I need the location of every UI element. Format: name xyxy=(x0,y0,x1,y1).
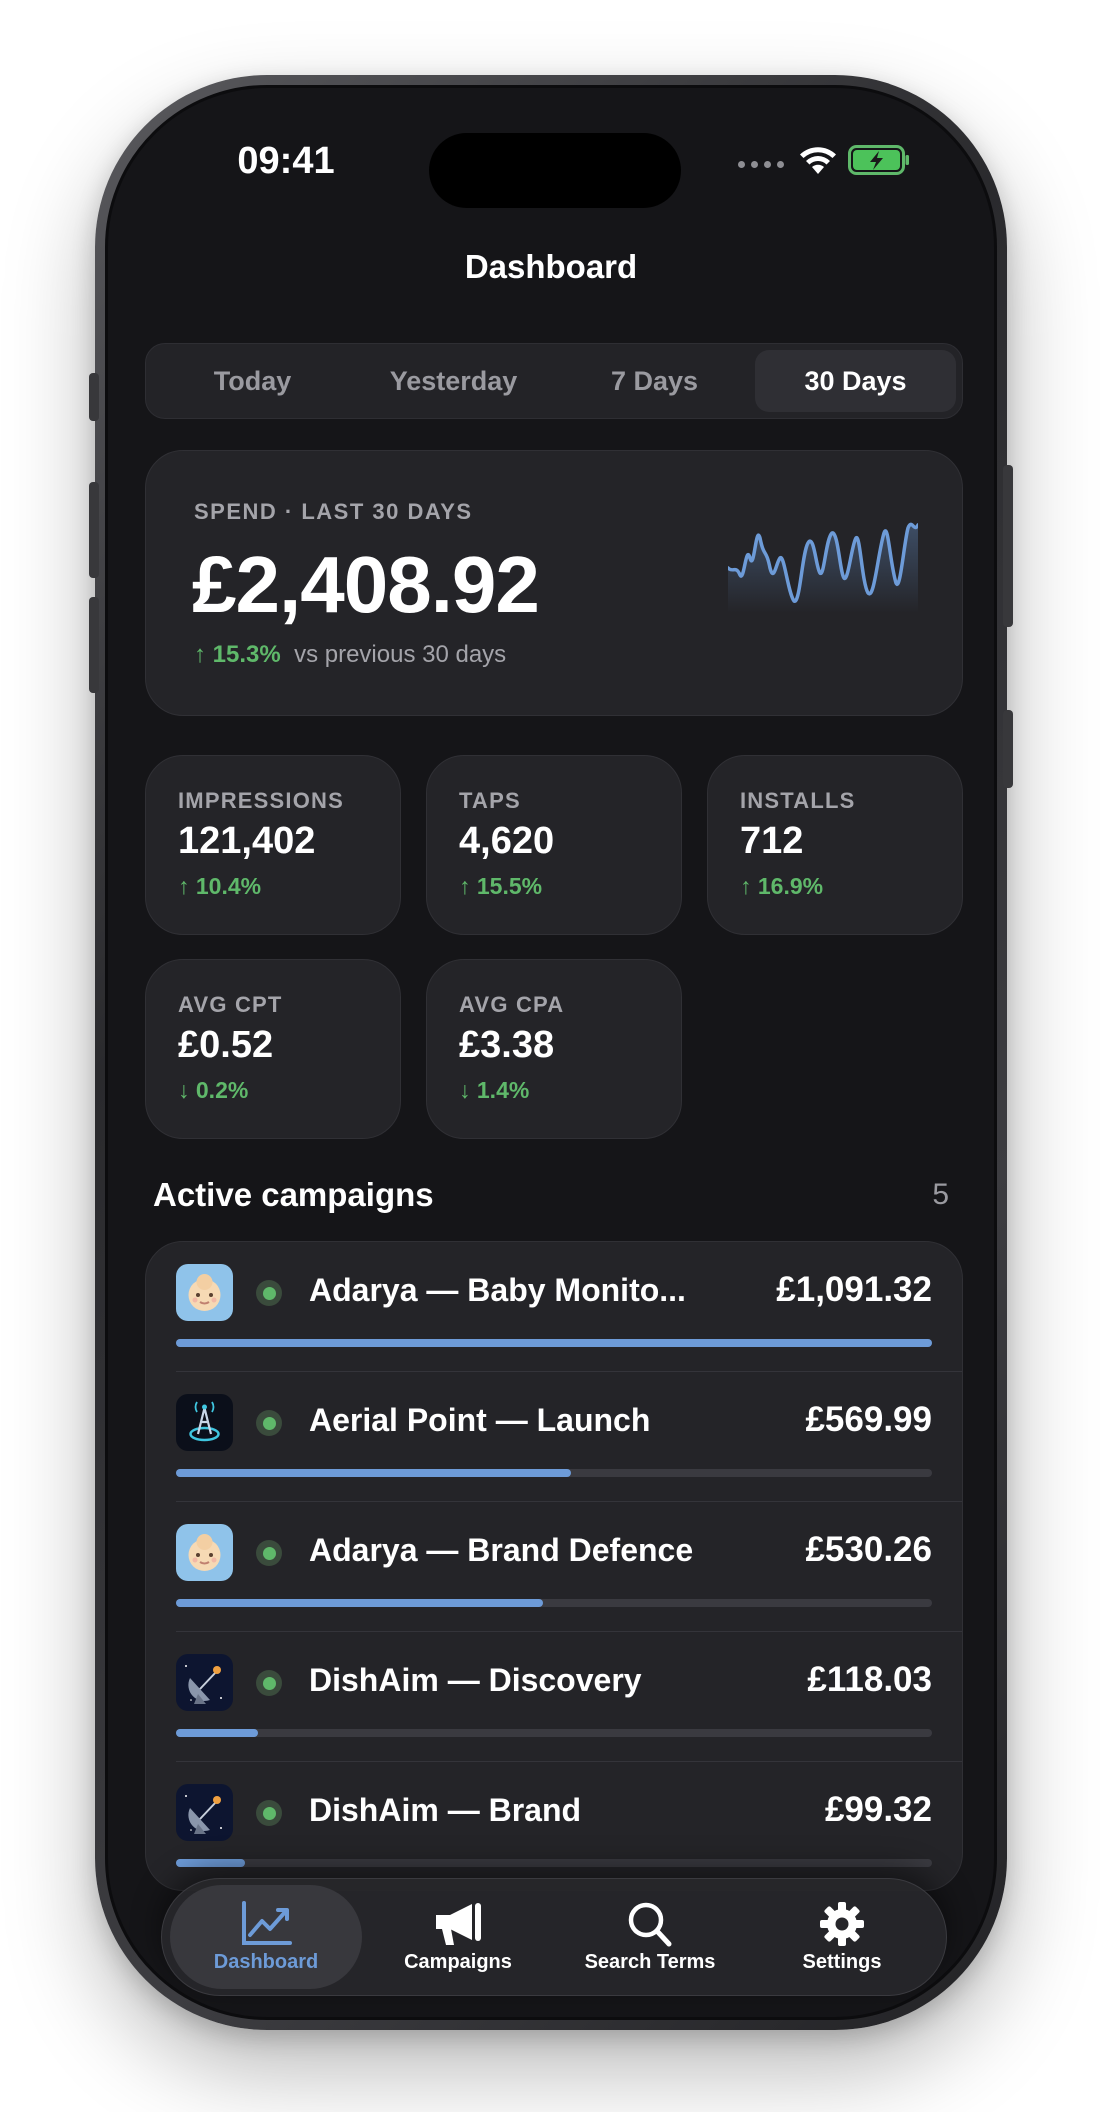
campaign-spend-bar-fill xyxy=(176,1859,245,1867)
spend-delta: ↑ 15.3% xyxy=(194,641,281,668)
volume-down-button[interactable] xyxy=(89,597,99,693)
campaign-spend-bar-fill xyxy=(176,1729,258,1737)
active-status-dot xyxy=(256,1800,282,1826)
segment-30-days[interactable]: 30 Days xyxy=(755,350,956,412)
campaign-amount: £530.26 xyxy=(805,1530,932,1569)
search-icon xyxy=(628,1902,672,1946)
tab-campaigns[interactable]: Campaigns xyxy=(362,1885,554,1989)
campaign-amount: £118.03 xyxy=(807,1660,932,1699)
stat-value: 121,402 xyxy=(178,820,316,862)
campaign-name: Adarya — Baby Monito... xyxy=(309,1272,686,1308)
phone-frame: 09:41 Dashboard Today Yesterday 7 Days 3… xyxy=(89,75,1013,2030)
stat-label: TAPS xyxy=(459,788,521,813)
tab-bar: Dashboard Campaigns Search Terms Setting… xyxy=(161,1878,947,1996)
stat-delta: ↑ 15.5% xyxy=(459,873,543,899)
stat-label: AVG CPT xyxy=(178,992,283,1017)
battery-icon xyxy=(848,145,909,175)
campaign-spend-bar xyxy=(176,1599,932,1607)
stat-delta: ↑ 16.9% xyxy=(740,873,824,899)
tab-label: Search Terms xyxy=(584,1950,716,1973)
spend-card[interactable]: SPEND · LAST 30 DAYS £2,408.92 ↑ 15.3% v… xyxy=(145,450,963,716)
campaign-amount: £1,091.32 xyxy=(776,1270,932,1309)
tab-dashboard[interactable]: Dashboard xyxy=(170,1885,362,1989)
tab-label: Settings xyxy=(802,1950,882,1973)
stage: 09:41 Dashboard Today Yesterday 7 Days 3… xyxy=(0,0,1100,2112)
stat-value: 712 xyxy=(740,820,804,862)
stat-label: IMPRESSIONS xyxy=(178,788,345,813)
tab-label: Campaigns xyxy=(404,1950,512,1973)
campaign-spend-bar-fill xyxy=(176,1469,571,1477)
date-range-segmented-control: Today Yesterday 7 Days 30 Days xyxy=(145,343,963,419)
tab-search-terms[interactable]: Search Terms xyxy=(554,1885,746,1989)
baby-face-icon xyxy=(176,1264,233,1321)
antenna-icon xyxy=(176,1394,233,1451)
tab-label: Dashboard xyxy=(213,1950,319,1973)
active-status-dot xyxy=(256,1410,282,1436)
campaign-name: DishAim — Discovery xyxy=(309,1662,642,1698)
screen: 09:41 Dashboard Today Yesterday 7 Days 3… xyxy=(105,85,997,2020)
cellular-signal-icon xyxy=(738,161,784,168)
camera-control-button[interactable] xyxy=(1003,710,1013,788)
campaign-row[interactable]: Adarya — Baby Monito... £1,091.32 xyxy=(176,1242,962,1372)
active-status-dot xyxy=(256,1670,282,1696)
campaign-row[interactable]: Adarya — Brand Defence £530.26 xyxy=(176,1502,962,1632)
status-time: 09:41 xyxy=(237,140,335,182)
section-title: Active campaigns xyxy=(153,1176,434,1213)
megaphone-icon xyxy=(436,1902,481,1945)
campaign-row[interactable]: DishAim — Brand £99.32 xyxy=(176,1762,962,1890)
campaign-spend-bar-fill xyxy=(176,1599,544,1607)
stat-card-avg-cpa[interactable]: AVG CPA £3.38 ↓ 1.4% xyxy=(426,959,682,1139)
spend-delta-row: ↑ 15.3% vs previous 30 days xyxy=(194,641,506,669)
campaign-name: Adarya — Brand Defence xyxy=(309,1532,694,1568)
gear-icon xyxy=(820,1901,864,1946)
stat-card-taps[interactable]: TAPS 4,620 ↑ 15.5% xyxy=(426,755,682,935)
segment-yesterday[interactable]: Yesterday xyxy=(353,350,554,412)
stat-delta: ↑ 10.4% xyxy=(178,873,262,899)
stat-value: 4,620 xyxy=(459,820,555,862)
stat-card-impressions[interactable]: IMPRESSIONS 121,402 ↑ 10.4% xyxy=(145,755,401,935)
campaign-name: DishAim — Brand xyxy=(309,1792,582,1828)
campaign-row[interactable]: DishAim — Discovery £118.03 xyxy=(176,1632,962,1762)
spend-value: £2,408.92 xyxy=(192,540,540,629)
wifi-icon xyxy=(800,147,836,174)
segment-today[interactable]: Today xyxy=(152,350,353,412)
campaign-spend-bar xyxy=(176,1339,932,1347)
dynamic-island xyxy=(429,133,681,208)
tab-settings[interactable]: Settings xyxy=(746,1885,938,1989)
active-status-dot xyxy=(256,1540,282,1566)
baby-face-icon xyxy=(176,1524,233,1581)
campaign-amount: £99.32 xyxy=(824,1790,932,1829)
side-button[interactable] xyxy=(1003,465,1013,627)
stat-card-avg-cpt[interactable]: AVG CPT £0.52 ↓ 0.2% xyxy=(145,959,401,1139)
satellite-dish-icon xyxy=(176,1784,233,1841)
campaign-row[interactable]: Aerial Point — Launch £569.99 xyxy=(176,1372,962,1502)
campaign-spend-bar xyxy=(176,1469,932,1477)
stat-label: INSTALLS xyxy=(740,788,856,813)
campaign-amount: £569.99 xyxy=(805,1400,932,1439)
satellite-dish-icon xyxy=(176,1654,233,1711)
action-button[interactable] xyxy=(89,373,99,421)
campaign-name: Aerial Point — Launch xyxy=(309,1402,651,1438)
campaign-spend-bar xyxy=(176,1859,932,1867)
stat-value: £0.52 xyxy=(178,1024,274,1066)
stat-delta: ↓ 0.2% xyxy=(178,1077,249,1103)
page-title: Dashboard xyxy=(464,248,638,285)
spend-comparison: vs previous 30 days xyxy=(294,641,507,668)
campaign-list: Adarya — Baby Monito... £1,091.32 Aerial… xyxy=(145,1241,963,1891)
stat-delta: ↓ 1.4% xyxy=(459,1077,530,1103)
spend-sparkline xyxy=(728,522,918,613)
active-status-dot xyxy=(256,1280,282,1306)
spend-label: SPEND · LAST 30 DAYS xyxy=(194,499,473,524)
campaign-spend-bar xyxy=(176,1729,932,1737)
segment-7-days[interactable]: 7 Days xyxy=(554,350,755,412)
volume-up-button[interactable] xyxy=(89,482,99,578)
stat-label: AVG CPA xyxy=(459,992,565,1017)
stat-card-installs[interactable]: INSTALLS 712 ↑ 16.9% xyxy=(707,755,963,935)
campaign-spend-bar-fill xyxy=(176,1339,932,1347)
chart-line-icon xyxy=(242,1900,292,1945)
stat-value: £3.38 xyxy=(459,1024,555,1066)
campaign-count: 5 xyxy=(932,1178,949,1211)
